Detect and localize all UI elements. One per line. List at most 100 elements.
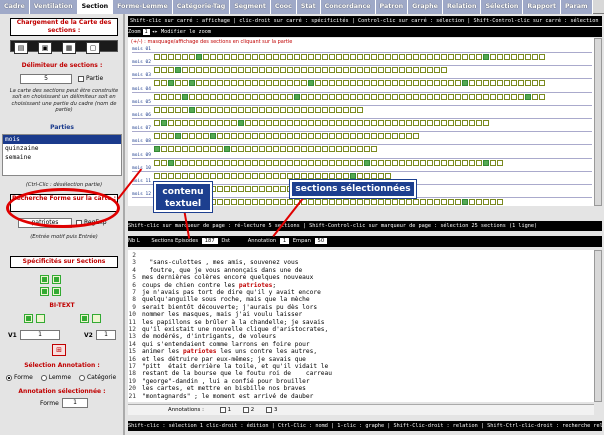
section-cell[interactable] — [245, 159, 251, 166]
section-row[interactable]: mois 07 — [132, 126, 592, 141]
section-cell[interactable] — [287, 133, 293, 140]
section-cell[interactable] — [385, 133, 391, 140]
section-cell[interactable] — [252, 67, 258, 74]
section-cell[interactable] — [287, 67, 293, 74]
section-cell[interactable] — [329, 133, 335, 140]
spec-x-icon[interactable] — [40, 275, 49, 284]
section-cell[interactable] — [539, 93, 545, 100]
section-cell[interactable] — [161, 106, 167, 113]
section-cell[interactable] — [329, 172, 335, 179]
section-cell[interactable] — [231, 186, 237, 192]
section-cell[interactable] — [511, 80, 517, 87]
section-cell[interactable] — [462, 199, 468, 206]
section-cell[interactable] — [343, 172, 349, 179]
section-cell[interactable] — [434, 67, 440, 74]
section-cell[interactable] — [406, 93, 412, 100]
section-cell[interactable] — [280, 186, 286, 192]
section-cell[interactable] — [182, 54, 188, 60]
section-cell[interactable] — [217, 93, 223, 100]
section-cell[interactable] — [371, 67, 377, 74]
section-cell[interactable] — [210, 120, 216, 126]
section-cell[interactable] — [406, 133, 412, 140]
section-cell[interactable] — [203, 54, 209, 60]
section-cell[interactable] — [357, 67, 363, 74]
section-cell[interactable] — [238, 172, 244, 179]
section-cell[interactable] — [196, 120, 202, 126]
section-cell[interactable] — [539, 54, 545, 60]
section-cell[interactable] — [441, 54, 447, 60]
section-cell[interactable] — [301, 146, 307, 153]
section-cell[interactable] — [427, 199, 433, 206]
v1-input[interactable]: 1 — [20, 330, 60, 340]
section-cell[interactable] — [238, 67, 244, 74]
section-cell[interactable] — [350, 120, 356, 126]
section-cell[interactable] — [154, 80, 160, 87]
section-cell[interactable] — [308, 159, 314, 166]
section-cell[interactable] — [532, 80, 538, 87]
section-cell[interactable] — [525, 54, 531, 60]
section-cell[interactable] — [385, 159, 391, 166]
section-cell[interactable] — [182, 146, 188, 153]
section-cell[interactable] — [217, 146, 223, 153]
section-cell[interactable] — [462, 93, 468, 100]
section-cell[interactable] — [343, 159, 349, 166]
section-cell[interactable] — [259, 120, 265, 126]
section-cell[interactable] — [483, 93, 489, 100]
section-cell[interactable] — [238, 133, 244, 140]
section-cell[interactable] — [287, 93, 293, 100]
section-cell[interactable] — [154, 54, 160, 60]
section-cell[interactable] — [364, 146, 370, 153]
annotation-field-input[interactable]: 1 — [62, 398, 88, 408]
section-cell[interactable] — [210, 67, 216, 74]
section-cell[interactable] — [315, 146, 321, 153]
section-cell[interactable] — [280, 106, 286, 113]
section-cell[interactable] — [329, 146, 335, 153]
section-cell[interactable] — [301, 106, 307, 113]
section-cell[interactable] — [357, 159, 363, 166]
section-cell[interactable] — [378, 93, 384, 100]
section-cell[interactable] — [231, 199, 237, 206]
section-cell[interactable] — [189, 159, 195, 166]
section-cell[interactable] — [175, 67, 181, 74]
section-cell[interactable] — [294, 172, 300, 179]
section-cell[interactable] — [420, 93, 426, 100]
section-cell[interactable] — [420, 199, 426, 206]
section-cell[interactable] — [259, 67, 265, 74]
section-cell[interactable] — [154, 67, 160, 74]
section-cell[interactable] — [245, 186, 251, 192]
tab-patron[interactable]: Patron — [375, 0, 409, 14]
section-cell[interactable] — [490, 80, 496, 87]
annotation-1[interactable]: 1 — [228, 407, 231, 413]
section-cell[interactable] — [217, 54, 223, 60]
section-cell[interactable] — [196, 172, 202, 179]
section-cell[interactable] — [434, 80, 440, 87]
section-cell[interactable] — [399, 93, 405, 100]
section-cell[interactable] — [273, 146, 279, 153]
section-cell[interactable] — [315, 120, 321, 126]
section-cell[interactable] — [224, 133, 230, 140]
section-cell[interactable] — [210, 80, 216, 87]
section-cell[interactable] — [182, 80, 188, 87]
section-cell[interactable] — [287, 106, 293, 113]
tab-s-lection[interactable]: Sélection — [481, 0, 524, 14]
section-cell[interactable] — [518, 80, 524, 87]
section-cell[interactable] — [238, 93, 244, 100]
section-cell[interactable] — [161, 67, 167, 74]
section-cell[interactable] — [497, 199, 503, 206]
tab-relation[interactable]: Relation — [442, 0, 482, 14]
section-cell[interactable] — [357, 133, 363, 140]
section-cell[interactable] — [252, 186, 258, 192]
section-cell[interactable] — [189, 120, 195, 126]
section-cell[interactable] — [399, 199, 405, 206]
section-cell[interactable] — [189, 93, 195, 100]
section-cell[interactable] — [420, 80, 426, 87]
section-cell[interactable] — [434, 93, 440, 100]
section-cell[interactable] — [308, 199, 314, 206]
section-cell[interactable] — [266, 80, 272, 87]
section-cell[interactable] — [322, 172, 328, 179]
section-cell[interactable] — [322, 133, 328, 140]
section-cell[interactable] — [161, 54, 167, 60]
section-cell[interactable] — [336, 159, 342, 166]
section-cell[interactable] — [161, 159, 167, 166]
section-cell[interactable] — [294, 146, 300, 153]
